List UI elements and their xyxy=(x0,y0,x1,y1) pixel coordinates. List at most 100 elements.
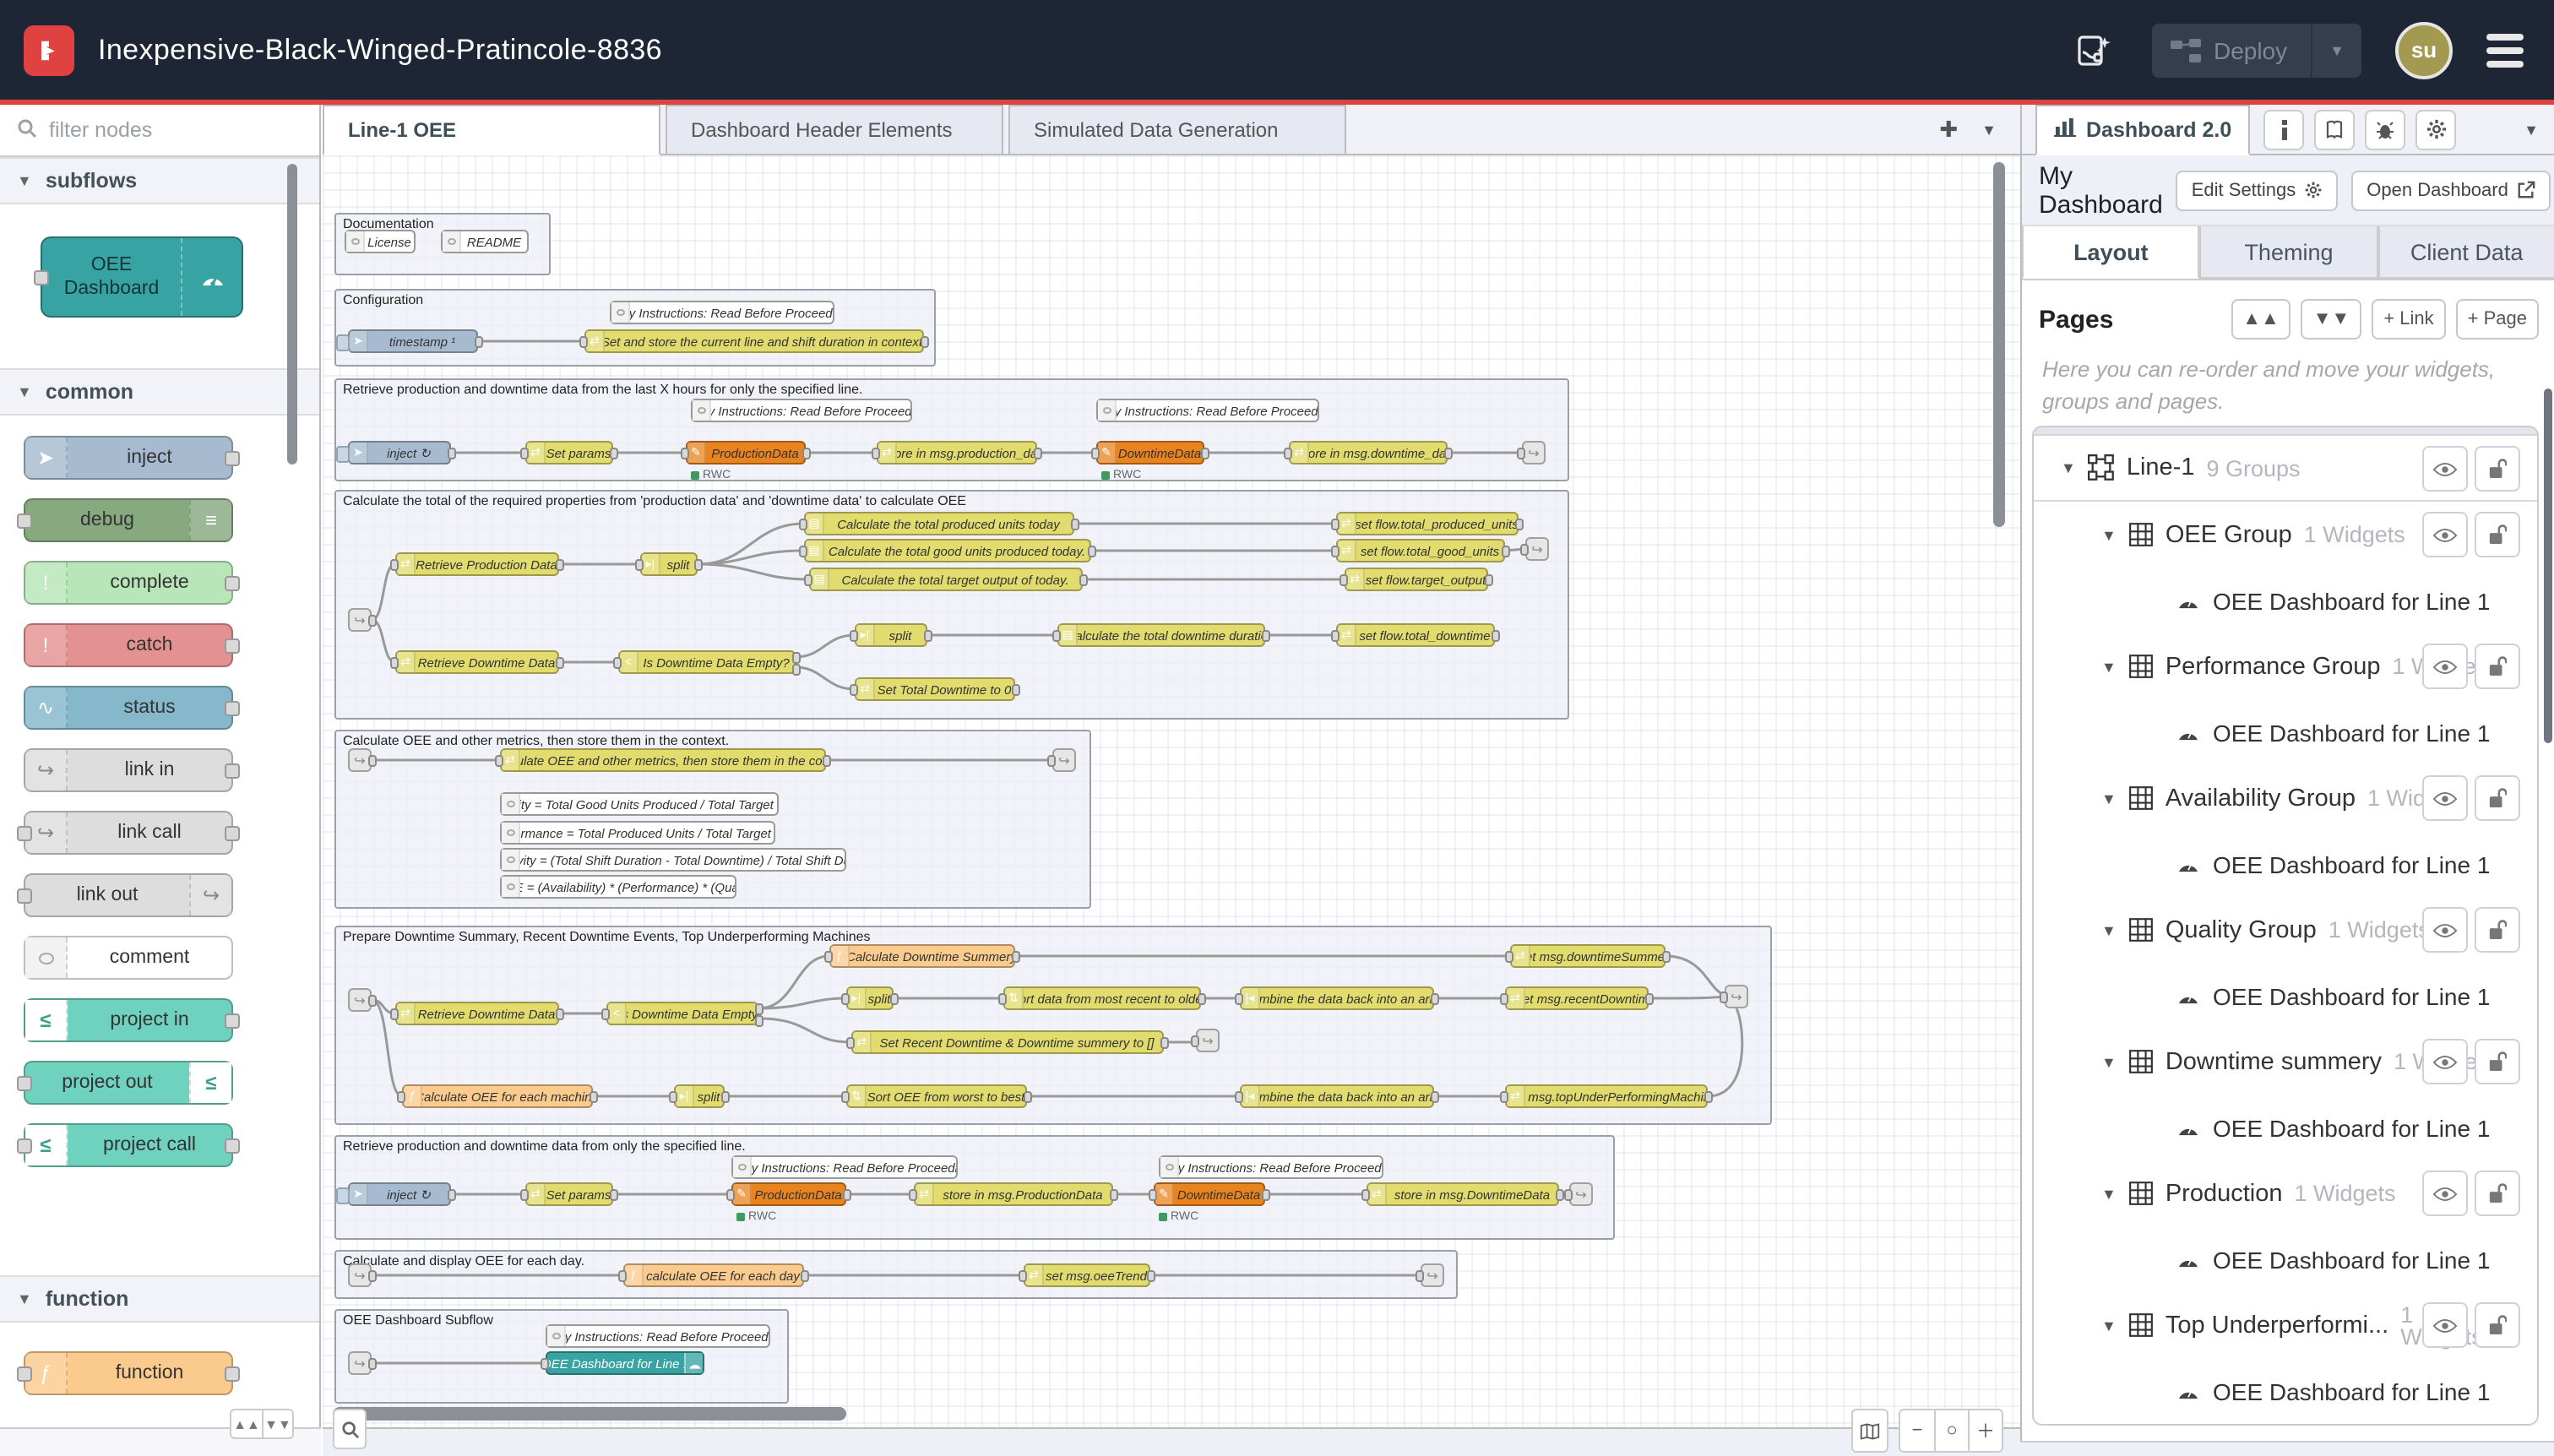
change-node[interactable]: ⇄Set and store the current line and shif… xyxy=(584,329,924,353)
join-node[interactable]: |◂Combine the data back into an array. xyxy=(1240,1084,1434,1108)
tree-group-top-underperforming[interactable]: ▼Top Underperformi...1 Widgets xyxy=(2034,1292,2537,1358)
add-link-button[interactable]: + Link xyxy=(2372,299,2445,340)
calc-node[interactable]: ▤Calculate the total good units produced… xyxy=(804,539,1091,562)
switch-node[interactable]: <Is Downtime Data Empty? xyxy=(606,1002,758,1025)
comment-node[interactable]: README xyxy=(441,230,529,253)
tree-group-quality[interactable]: ▼Quality Group1 Widgets xyxy=(2034,897,2537,963)
canvas-search-button[interactable] xyxy=(333,1409,367,1449)
production-data-node[interactable]: ✎ProductionData RWC xyxy=(686,441,806,465)
unlock-icon[interactable] xyxy=(2475,446,2520,492)
deploy-button[interactable]: Deploy ▼ xyxy=(2153,23,2361,77)
tree-widget[interactable]: OEE Dashboard for Line 1 xyxy=(2034,1095,2537,1160)
deploy-options-caret[interactable]: ▼ xyxy=(2311,23,2361,77)
unlock-icon[interactable] xyxy=(2475,644,2520,689)
unlock-icon[interactable] xyxy=(2475,775,2520,821)
comment-node[interactable]: Availavity = (Total Shift Duration - Tot… xyxy=(500,848,846,872)
navigator-toggle-icon[interactable] xyxy=(1853,1410,1887,1451)
tab-theming[interactable]: Theming xyxy=(2200,226,2378,279)
downtime-data-node[interactable]: ✎DowntimeData RWC xyxy=(1096,441,1204,465)
link-out-node[interactable]: ↪ xyxy=(1421,1263,1444,1287)
change-node[interactable]: ⇄Set Total Downtime to 0 xyxy=(855,677,1015,701)
tab-line-1-oee[interactable]: Line-1 OEE xyxy=(323,105,660,155)
link-in-node[interactable]: ↪ xyxy=(348,988,372,1012)
expand-all-button[interactable]: ▼▼ xyxy=(2301,299,2362,340)
canvas-vertical-scrollbar[interactable] xyxy=(1993,162,2005,527)
change-node[interactable]: ⇄set msg.oeeTrend xyxy=(1024,1263,1150,1287)
unlock-icon[interactable] xyxy=(2475,907,2520,953)
unlock-icon[interactable] xyxy=(2475,512,2520,557)
tree-drag-handle[interactable] xyxy=(2034,427,2537,436)
user-avatar[interactable]: su xyxy=(2395,21,2453,79)
canvas-horizontal-scrollbar[interactable] xyxy=(333,1407,846,1421)
tree-group-performance[interactable]: ▼Performance Group1 Widgets xyxy=(2034,633,2537,699)
palette-node-function[interactable]: ƒfunction xyxy=(24,1351,233,1395)
inject-button[interactable] xyxy=(336,446,350,463)
link-in-node[interactable]: ↪ xyxy=(348,748,372,772)
palette-category-subflows[interactable]: ▼ subflows xyxy=(0,157,319,204)
calc-node[interactable]: ▤Calculate the total target output of to… xyxy=(809,568,1083,591)
change-node[interactable]: ⇄set msg.downtimeSummery xyxy=(1510,944,1666,968)
info-icon[interactable] xyxy=(2263,109,2304,149)
main-menu-icon[interactable] xyxy=(2486,33,2524,67)
collapse-all-button[interactable]: ▲▲ xyxy=(2231,299,2291,340)
palette-node-debug[interactable]: debug≡ xyxy=(24,498,233,542)
palette-node-inject[interactable]: ➤inject xyxy=(24,436,233,480)
chevron-down-icon[interactable]: ▼ xyxy=(2061,459,2076,476)
change-node[interactable]: ⇄store in msg.ProductionData xyxy=(914,1182,1113,1206)
group-retrieve-last-x-hours[interactable]: Retrieve production and downtime data fr… xyxy=(334,378,1569,481)
change-node[interactable]: ⇄store in msg.downtime_data xyxy=(1289,441,1448,465)
change-node[interactable]: ⇄set msg.recentDowntime xyxy=(1505,986,1649,1010)
palette-node-project-call[interactable]: ≤project call xyxy=(24,1123,233,1167)
change-node[interactable]: ⇄set flow.total_downtime xyxy=(1336,623,1495,647)
tree-widget[interactable]: OEE Dashboard for Line 1 xyxy=(2034,963,2537,1029)
link-in-node[interactable]: ↪ xyxy=(348,1263,372,1287)
downtime-data-node[interactable]: ✎DowntimeData RWC xyxy=(1154,1182,1265,1206)
visibility-eye-icon[interactable] xyxy=(2422,1171,2468,1216)
tab-client-data[interactable]: Client Data xyxy=(2377,226,2554,279)
comment-node[interactable]: Key Instructions: Read Before Proceeding xyxy=(691,399,912,422)
inject-button[interactable] xyxy=(336,1187,350,1204)
tab-dashboard-2-0[interactable]: Dashboard 2.0 xyxy=(2035,104,2250,155)
production-data-node[interactable]: ✎ProductionData RWC xyxy=(731,1182,846,1206)
calc-node[interactable]: ▤Calculate the total downtime duration xyxy=(1057,623,1265,647)
sidebar-scrollbar[interactable] xyxy=(2544,388,2552,743)
visibility-eye-icon[interactable] xyxy=(2422,512,2468,557)
inject-node[interactable]: ➤inject ↻ xyxy=(348,1182,451,1206)
link-in-node[interactable]: ↪ xyxy=(348,1351,372,1375)
function-node[interactable]: ƒCalculate Downtime Summery xyxy=(829,944,1015,968)
help-book-icon[interactable] xyxy=(2314,109,2355,149)
visibility-eye-icon[interactable] xyxy=(2422,775,2468,821)
group-calculate-display-oee[interactable]: Calculate and display OEE for each day. xyxy=(334,1250,1458,1299)
palette-search[interactable]: filter nodes xyxy=(0,105,319,157)
change-node[interactable]: ⇄Retrieve Downtime Data xyxy=(395,650,559,674)
settings-gear-icon[interactable] xyxy=(2415,109,2456,149)
calc-node[interactable]: ▤Calculate the total produced units toda… xyxy=(804,512,1074,535)
palette-node-oee-dashboard[interactable]: OEE Dashboard xyxy=(41,236,243,318)
change-node[interactable]: ⇄store in msg.production_data xyxy=(877,441,1037,465)
tree-group-oee[interactable]: ▼OEE Group1 Widgets xyxy=(2034,502,2537,568)
palette-node-link-call[interactable]: ↪link call xyxy=(24,811,233,855)
sort-node[interactable]: ⇅Sort data from most recent to oldest xyxy=(1003,986,1201,1010)
change-node[interactable]: ⇄Calculate OEE and other metrics, then s… xyxy=(500,748,826,772)
change-node[interactable]: ⇄set flow.target_output xyxy=(1345,568,1488,591)
zoom-reset-button[interactable]: ○ xyxy=(1934,1410,1968,1451)
tab-layout[interactable]: Layout xyxy=(2022,226,2200,279)
ai-flow-assistant-icon[interactable] xyxy=(2072,26,2119,73)
comment-node[interactable]: Key Instructions: Read Before Proceeding xyxy=(731,1155,958,1179)
tree-page-line-1[interactable]: ▼ Line-1 9 Groups xyxy=(2034,436,2537,502)
zoom-in-button[interactable]: ＋ xyxy=(1968,1410,2002,1451)
add-flow-icon[interactable]: ✚ xyxy=(1939,116,1958,143)
link-out-node[interactable]: ↪ xyxy=(1522,441,1546,465)
collapse-all-icon[interactable]: ▲▲ xyxy=(231,1410,262,1437)
add-page-button[interactable]: + Page xyxy=(2456,299,2539,340)
change-node[interactable]: ⇄Retrieve Downtime Data xyxy=(395,1002,559,1025)
inject-node[interactable]: ➤timestamp ¹ xyxy=(348,329,478,353)
split-node[interactable]: ▸|split xyxy=(855,623,927,647)
comment-node[interactable]: Quality = Total Good Units Produced / To… xyxy=(500,792,779,816)
tree-widget[interactable]: OEE Dashboard for Line 1 xyxy=(2034,568,2537,633)
link-in-node[interactable]: ↪ xyxy=(348,608,372,632)
function-node[interactable]: ƒCalculate OEE for each machine xyxy=(402,1084,593,1108)
change-node[interactable]: ⇄Set Recent Downtime & Downtime summery … xyxy=(851,1030,1164,1054)
change-node[interactable]: ⇄set flow.total_good_units xyxy=(1336,539,1505,562)
open-dashboard-button[interactable]: Open Dashboard xyxy=(2351,170,2551,210)
